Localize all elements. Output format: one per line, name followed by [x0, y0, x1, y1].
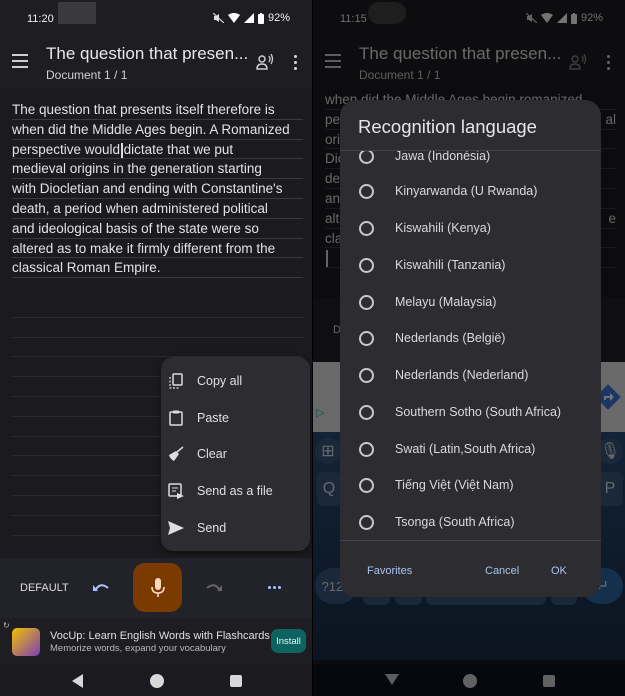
radio-button[interactable] — [359, 151, 374, 164]
cancel-button[interactable]: Cancel — [485, 565, 519, 577]
status-bar: 11:20 92% — [0, 0, 312, 36]
broom-icon — [167, 446, 185, 462]
undo-icon[interactable] — [93, 582, 109, 592]
nav-home-icon[interactable] — [150, 674, 164, 688]
language-option[interactable]: Jawa (Indonésia) — [340, 151, 601, 175]
ad-app-logo — [12, 628, 40, 656]
language-option[interactable]: Nederlands (België) — [340, 320, 601, 357]
menu-label: Clear — [197, 447, 227, 462]
text-line: death, a period when administered politi… — [12, 199, 303, 219]
menu-label: Paste — [197, 410, 229, 425]
document-counter: Document 1 / 1 — [46, 68, 128, 82]
app-bar: The question that presen... Document 1 /… — [0, 36, 312, 88]
blurred-notification — [58, 2, 96, 24]
ad-banner[interactable]: ↻ VocUp: Learn English Words with Flashc… — [0, 618, 312, 664]
ok-button[interactable]: OK — [551, 565, 567, 577]
redo-icon[interactable] — [206, 582, 222, 592]
system-nav-bar — [0, 664, 312, 696]
bottom-toolbar: DEFAULT — [0, 558, 312, 618]
radio-button[interactable] — [359, 257, 374, 273]
copy-icon — [167, 373, 185, 389]
radio-button[interactable] — [359, 514, 374, 530]
nav-back-icon[interactable] — [72, 674, 83, 688]
text-before-caret: perspective would — [12, 141, 121, 157]
menu-item-copy-all[interactable]: Copy all — [161, 363, 310, 400]
text-line: medieval origins in the generation start… — [12, 159, 303, 180]
language-option[interactable]: Swati (Latin,South Africa) — [340, 431, 601, 468]
text-editor[interactable]: The question that presents itself theref… — [12, 100, 303, 279]
radio-button[interactable] — [359, 404, 374, 420]
language-option[interactable]: Kiswahili (Kenya) — [340, 210, 601, 247]
ad-choices-icon[interactable]: ↻ — [3, 621, 10, 630]
menu-item-send[interactable]: Send — [161, 509, 310, 546]
text-line: perspective would dictate that we put — [12, 140, 303, 160]
text-line: with Diocletian and ending with Constant… — [12, 179, 303, 199]
overflow-menu-icon[interactable] — [294, 55, 298, 73]
language-option[interactable]: Kiswahili (Tanzania) — [340, 247, 601, 284]
menu-label: Send as a file — [197, 484, 273, 499]
voice-settings-icon[interactable] — [256, 54, 274, 70]
radio-button[interactable] — [359, 294, 374, 310]
context-menu: Copy all Paste Clear Send as a file Send — [161, 357, 310, 551]
language-option[interactable]: Tsonga (South Africa) — [340, 504, 601, 539]
recognition-language-dialog: Recognition language Jawa (Indonésia) Ki… — [340, 100, 601, 597]
signal-icon — [243, 13, 254, 23]
language-option[interactable]: Melayu (Malaysia) — [340, 284, 601, 321]
ad-title: VocUp: Learn English Words with Flashcar… — [50, 630, 270, 642]
divider — [340, 540, 601, 541]
status-icons: 92% — [212, 12, 290, 24]
more-options-icon[interactable] — [268, 586, 281, 589]
favorites-button[interactable]: Favorites — [367, 565, 412, 577]
menu-item-paste[interactable]: Paste — [161, 400, 310, 437]
paste-icon — [167, 410, 185, 426]
language-option[interactable]: Kinyarwanda (U Rwanda) — [340, 173, 601, 210]
send-file-icon — [167, 483, 185, 500]
menu-label: Copy all — [197, 374, 243, 389]
mute-icon — [212, 13, 224, 23]
microphone-icon — [150, 577, 165, 597]
status-time: 11:20 — [27, 13, 54, 25]
menu-item-clear[interactable]: Clear — [161, 436, 310, 473]
radio-button[interactable] — [359, 441, 374, 457]
battery-percent: 92% — [267, 12, 290, 24]
battery-icon — [257, 12, 264, 24]
text-line: altered as to make it firmly different f… — [12, 239, 303, 259]
radio-button[interactable] — [359, 183, 374, 199]
text-line: The question that presents itself theref… — [12, 100, 303, 120]
language-option[interactable]: Southern Sotho (South Africa) — [340, 394, 601, 431]
ad-install-button[interactable]: Install — [271, 629, 306, 653]
left-screen: 11:20 92% The question that presen... Do… — [0, 0, 312, 696]
hamburger-menu-icon[interactable] — [12, 54, 28, 68]
send-icon — [167, 520, 185, 536]
radio-button[interactable] — [359, 367, 374, 383]
menu-label: Send — [197, 520, 227, 535]
document-title: The question that presen... — [46, 44, 249, 63]
radio-button[interactable] — [359, 330, 374, 346]
nav-recents-icon[interactable] — [230, 675, 242, 687]
radio-button[interactable] — [359, 220, 374, 236]
language-mode-button[interactable]: DEFAULT — [20, 582, 69, 594]
text-after-caret: dictate that we put — [123, 141, 234, 157]
language-list[interactable]: Jawa (Indonésia) Kinyarwanda (U Rwanda) … — [340, 151, 601, 539]
ad-subtitle: Memorize words, expand your vocabulary — [50, 643, 226, 654]
right-screen: 11:15 92% The question that presen... Do… — [313, 0, 625, 696]
radio-button[interactable] — [359, 477, 374, 493]
text-line: and ideological basis of the state were … — [12, 219, 303, 239]
dialog-title: Recognition language — [358, 116, 537, 137]
language-option[interactable]: Tiếng Việt (Việt Nam) — [340, 467, 601, 504]
menu-item-send-as-file[interactable]: Send as a file — [161, 473, 310, 510]
wifi-icon — [227, 13, 240, 23]
text-line: classical Roman Empire. — [12, 258, 303, 279]
text-caret — [121, 142, 123, 158]
text-line: when did the Middle Ages begin. A Romani… — [12, 120, 303, 140]
microphone-button[interactable] — [133, 563, 182, 612]
language-option[interactable]: Nederlands (Nederland) — [340, 357, 601, 394]
